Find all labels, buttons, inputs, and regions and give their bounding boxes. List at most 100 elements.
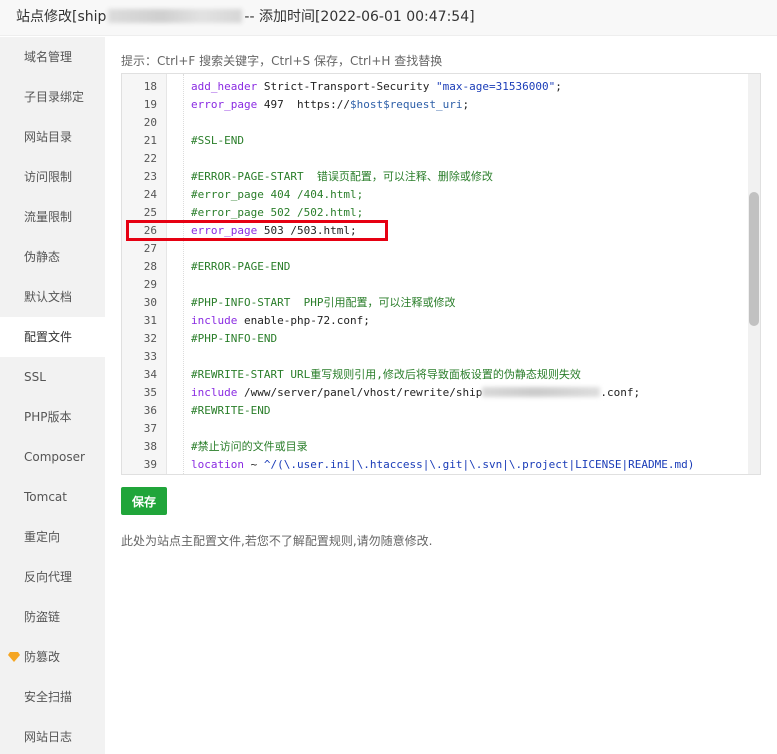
line-code: #ERROR-PAGE-END [191,258,290,276]
code-token: #error_page 404 /404.html; [191,188,364,201]
code-line[interactable]: 31 include enable-php-72.conf; [122,312,760,330]
line-number: 38 [143,440,157,453]
line-number: 20 [143,116,157,129]
sidebar-item[interactable]: 安全扫描 [0,677,105,717]
code-token: #SSL-END [191,134,244,147]
sidebar-item-label: 流量限制 [24,210,73,224]
sidebar-item[interactable]: 默认文档 [0,277,105,317]
line-number: 28 [143,260,157,273]
code-line[interactable]: 22 [122,150,760,168]
line-code: #ERROR-PAGE-START 错误页配置，可以注释、删除或修改 [191,168,493,186]
sidebar-item-label: Composer [24,450,85,464]
code-line[interactable]: 27 [122,240,760,258]
redacted-text [482,387,601,397]
save-button[interactable]: 保存 [121,487,167,515]
sidebar-item[interactable]: 伪静态 [0,237,105,277]
line-code: #PHP-INFO-START PHP引用配置，可以注释或修改 [191,294,455,312]
code-line[interactable]: 33 [122,348,760,366]
sidebar-item[interactable]: 反向代理 [0,557,105,597]
sidebar-item[interactable]: 配置文件 [0,317,105,357]
sidebar-item[interactable]: Tomcat [0,477,105,517]
code-line[interactable]: 20 [122,114,760,132]
code-line[interactable]: 36 #REWRITE-END [122,402,760,420]
line-number: 39 [143,458,157,471]
sidebar-item[interactable]: Composer [0,437,105,477]
code-token: Strict-Transport-Security [257,80,437,93]
line-number: 33 [143,350,157,363]
line-number: 29 [143,278,157,291]
code-token: ^/(\.user.ini|\.htaccess|\.git|\.svn|\.p… [263,458,695,471]
code-line[interactable]: 30 #PHP-INFO-START PHP引用配置，可以注释或修改 [122,294,760,312]
code-token: #ERROR-PAGE-START 错误页配置，可以注释、删除或修改 [191,170,493,183]
code-line[interactable]: 18 add_header Strict-Transport-Security "… [122,78,760,96]
line-code: #PHP-INFO-END [191,330,277,348]
code-line[interactable]: 28 #ERROR-PAGE-END [122,258,760,276]
line-code: error_page 497 https://$host$request_uri… [191,96,469,114]
code-token: $host$request_uri [349,98,463,111]
code-token: .conf; [600,386,641,399]
code-line[interactable]: 38 #禁止访问的文件或目录 [122,438,760,456]
sidebar-item-label: 防盗链 [24,610,61,624]
sidebar-item[interactable]: 流量限制 [0,197,105,237]
code-lines[interactable]: 18 add_header Strict-Transport-Security "… [122,78,760,474]
line-code: add_header Strict-Transport-Security "ma… [191,78,562,96]
line-code: #REWRITE-START URL重写规则引用,修改后将导致面板设置的伪静态规… [191,366,581,384]
code-line[interactable]: 39 location ~ ^/(\.user.ini|\.htaccess|\.… [122,456,760,474]
code-token: #PHP-INFO-END [191,332,278,345]
code-line[interactable]: 21 #SSL-END [122,132,760,150]
code-token: add_header [191,80,258,93]
code-line[interactable]: 24 #error_page 404 /404.html; [122,186,760,204]
line-number: 19 [143,98,157,111]
line-number: 21 [143,134,157,147]
code-editor[interactable]: 18 add_header Strict-Transport-Security "… [121,73,761,475]
code-line[interactable]: 19 error_page 497 https://$host$request_u… [122,96,760,114]
code-token: "max-age=31536000" [436,80,556,93]
code-token: ~ [243,458,264,471]
sidebar-item[interactable]: 防盗链 [0,597,105,637]
sidebar-item-label: 重定向 [24,530,61,544]
sidebar-item[interactable]: 子目录绑定 [0,77,105,117]
code-line[interactable]: 35 include /www/server/panel/vhost/rewrit… [122,384,760,402]
shortcut-hint: 提示：Ctrl+F 搜索关键字，Ctrl+S 保存，Ctrl+H 查找替换 [121,54,443,68]
code-token: 497 https:// [257,98,350,111]
line-number: 30 [143,296,157,309]
sidebar-item-label: 域名管理 [24,50,73,64]
code-line[interactable]: 29 [122,276,760,294]
sidebar-item[interactable]: 网站日志 [0,717,105,754]
line-number: 24 [143,188,157,201]
sidebar-item-label: 子目录绑定 [24,90,85,104]
sidebar-item[interactable]: 域名管理 [0,37,105,77]
code-line[interactable]: 32 #PHP-INFO-END [122,330,760,348]
highlight-annotation-box [126,220,388,241]
redacted-domain [108,9,243,23]
sidebar: 域名管理子目录绑定网站目录 访问限制流量限制伪静态默认文档配置文件 SSL PHP版本… [0,37,105,754]
sidebar-item-label: 防篡改 [24,650,61,664]
sidebar-item-label: 默认文档 [24,290,73,304]
line-number: 37 [143,422,157,435]
gem-icon [8,652,20,662]
sidebar-item[interactable]: 重定向 [0,517,105,557]
line-number: 27 [143,242,157,255]
code-token: ; [555,80,562,93]
sidebar-item[interactable]: 访问限制 [0,157,105,197]
sidebar-item[interactable]: SSL [0,357,105,397]
sidebar-item[interactable]: 网站目录 [0,117,105,157]
sidebar-item[interactable]: 防篡改 [0,637,105,677]
code-token: location [191,458,244,471]
sidebar-item[interactable]: PHP版本 [0,397,105,437]
editor-scrollbar[interactable] [748,74,760,474]
code-token: #ERROR-PAGE-END [191,260,291,273]
line-code: #禁止访问的文件或目录 [191,438,308,456]
sidebar-item-label: PHP版本 [24,410,72,424]
line-code: location ~ ^/(\.user.ini|\.htaccess|\.gi… [191,456,694,474]
line-code: #error_page 404 /404.html; [191,186,363,204]
code-token: #PHP-INFO-START PHP引用配置，可以注释或修改 [191,296,456,309]
scrollbar-thumb[interactable] [749,192,759,326]
sidebar-item-label: 反向代理 [24,570,73,584]
code-line[interactable]: 37 [122,420,760,438]
sidebar-item-label: 伪静态 [24,250,61,264]
line-number: 36 [143,404,157,417]
code-line[interactable]: 34 #REWRITE-START URL重写规则引用,修改后将导致面板设置的伪静… [122,366,760,384]
sidebar-item-label: 安全扫描 [24,690,73,704]
code-line[interactable]: 23 #ERROR-PAGE-START 错误页配置，可以注释、删除或修改 [122,168,760,186]
